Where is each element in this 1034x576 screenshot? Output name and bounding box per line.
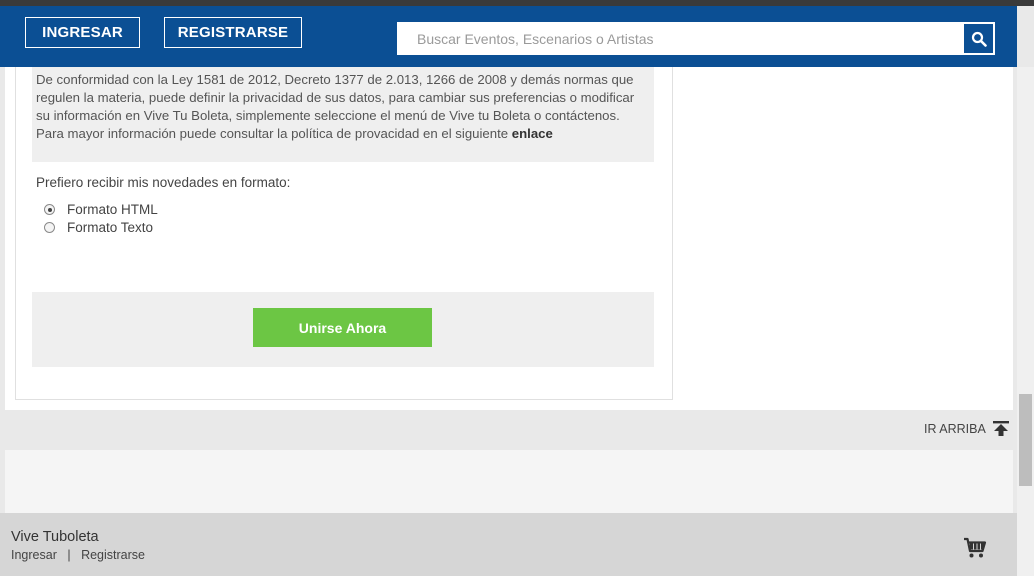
format-text-label: Formato Texto [67,220,154,235]
register-button[interactable]: REGISTRARSE [164,17,302,48]
footer-links: Ingresar | Registrarse [11,548,145,562]
format-text-option[interactable]: Formato Texto [44,220,153,235]
search-bar [397,22,995,55]
format-html-option[interactable]: Formato HTML [44,202,158,217]
footer-spacer-band [5,450,1013,513]
back-to-top-label: IR ARRIBA [924,421,986,436]
format-text-radio[interactable] [44,222,55,233]
main-content: De conformidad con la Ley 1581 de 2012, … [5,67,1013,410]
site-header: INGRESAR REGISTRARSE [0,6,1017,67]
login-button[interactable]: INGRESAR [25,17,140,48]
cart-button[interactable] [963,537,987,564]
privacy-notice: De conformidad con la Ley 1581 de 2012, … [32,67,654,162]
scrollbar-thumb[interactable] [1019,394,1032,486]
footer-brand: Vive Tuboleta [11,529,99,545]
newsletter-panel: De conformidad con la Ley 1581 de 2012, … [15,67,673,400]
footer-register-link[interactable]: Registrarse [81,548,145,562]
back-to-top-link[interactable]: IR ARRIBA [924,420,1010,437]
arrow-up-icon [992,421,1009,436]
format-html-radio[interactable] [44,204,55,215]
page-scrollbar[interactable] [1017,67,1034,576]
join-now-button[interactable]: Unirse Ahora [253,308,432,347]
footer-link-separator: | [67,548,71,562]
search-icon [971,31,987,47]
join-section: Unirse Ahora [32,292,654,367]
site-footer: Vive Tuboleta Ingresar | Registrarse [0,513,1017,576]
footer-login-link[interactable]: Ingresar [11,548,57,562]
privacy-link[interactable]: enlace [512,126,553,141]
search-button[interactable] [964,24,993,53]
format-preference-label: Prefiero recibir mis novedades en format… [36,175,291,190]
format-html-label: Formato HTML [67,202,158,217]
search-input[interactable] [397,22,957,55]
cart-icon [964,537,987,558]
